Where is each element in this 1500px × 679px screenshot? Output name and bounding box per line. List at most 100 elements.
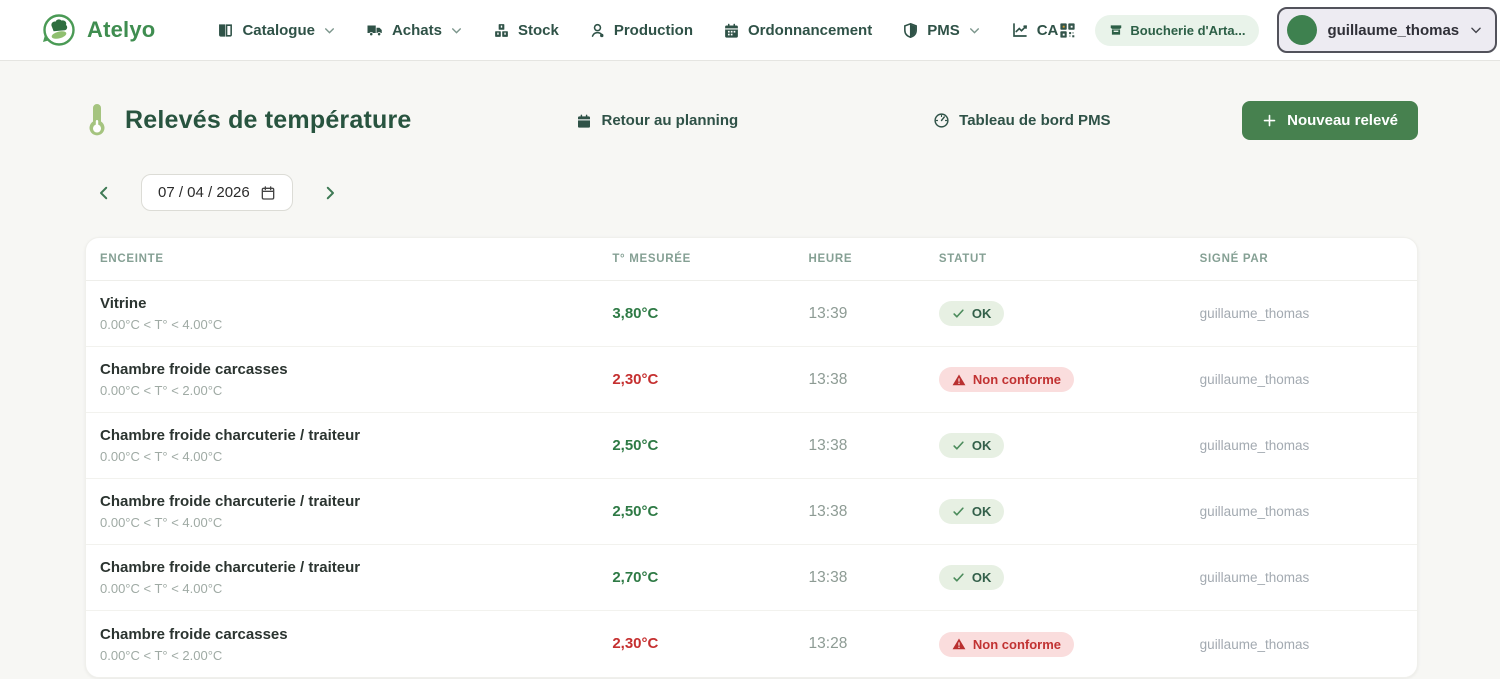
status-badge: Non conforme — [939, 632, 1074, 657]
signed-by: guillaume_thomas — [1200, 372, 1417, 387]
status-badge: OK — [939, 301, 1005, 326]
boxes-icon — [493, 22, 510, 39]
nav-item-achats[interactable]: Achats — [366, 21, 463, 39]
chart-icon — [1011, 21, 1029, 39]
measured-temperature: 2,30°C — [612, 371, 658, 388]
chevron-down-icon — [450, 24, 463, 37]
measured-temperature: 2,50°C — [612, 503, 658, 520]
previous-day-button[interactable] — [89, 178, 119, 208]
reading-time: 13:38 — [809, 371, 939, 389]
page-header: Relevés de température Retour au plannin… — [85, 101, 1418, 140]
thermometer-icon — [85, 104, 109, 138]
user-menu[interactable]: guillaume_thomas — [1277, 7, 1497, 53]
measured-temperature: 2,70°C — [612, 569, 658, 586]
user-name: guillaume_thomas — [1327, 22, 1459, 39]
reading-time: 13:38 — [809, 503, 939, 521]
check-icon — [952, 571, 965, 584]
measured-temperature: 2,50°C — [612, 437, 658, 454]
back-to-planning-link[interactable]: Retour au planning — [576, 112, 738, 129]
temperature-range: 0.00°C < T° < 2.00°C — [100, 648, 612, 663]
temperature-range: 0.00°C < T° < 4.00°C — [100, 581, 612, 596]
table-row[interactable]: Chambre froide charcuterie / traiteur 0.… — [86, 479, 1417, 545]
table-header-row: Enceinte T° mesurée Heure Statut Signé p… — [86, 238, 1417, 281]
enclosure-name: Vitrine — [100, 295, 612, 312]
table-row[interactable]: Chambre froide charcuterie / traiteur 0.… — [86, 413, 1417, 479]
signed-by: guillaume_thomas — [1200, 570, 1417, 585]
temperature-range: 0.00°C < T° < 4.00°C — [100, 515, 612, 530]
warning-icon — [952, 373, 966, 387]
nav-item-production[interactable]: Production — [589, 22, 693, 39]
calendar-icon — [576, 113, 592, 129]
store-badge[interactable]: Boucherie d'Arta... — [1095, 15, 1259, 46]
status-badge: OK — [939, 499, 1005, 524]
date-input[interactable]: 07 / 04 / 2026 — [141, 174, 293, 211]
chef-icon — [589, 22, 606, 39]
truck-icon — [366, 21, 384, 39]
chevron-down-icon — [1469, 23, 1483, 37]
check-icon — [952, 505, 965, 518]
plus-icon — [1262, 113, 1277, 128]
gauge-icon — [933, 112, 950, 129]
signed-by: guillaume_thomas — [1200, 306, 1417, 321]
table-row[interactable]: Chambre froide charcuterie / traiteur 0.… — [86, 545, 1417, 611]
column-header-status: Statut — [939, 253, 1200, 265]
next-day-button[interactable] — [315, 178, 345, 208]
signed-by: guillaume_thomas — [1200, 504, 1417, 519]
new-reading-button[interactable]: Nouveau relevé — [1242, 101, 1418, 140]
enclosure-name: Chambre froide charcuterie / traiteur — [100, 493, 612, 510]
nav-item-ordonnancement[interactable]: Ordonnancement — [723, 22, 872, 39]
table-row[interactable]: Vitrine 0.00°C < T° < 4.00°C 3,80°C 13:3… — [86, 281, 1417, 347]
enclosure-name: Chambre froide charcuterie / traiteur — [100, 427, 612, 444]
enclosure-name: Chambre froide charcuterie / traiteur — [100, 559, 612, 576]
table-row[interactable]: Chambre froide carcasses 0.00°C < T° < 2… — [86, 347, 1417, 413]
signed-by: guillaume_thomas — [1200, 637, 1417, 652]
nav-item-pms[interactable]: PMS — [902, 22, 981, 39]
measured-temperature: 3,80°C — [612, 305, 658, 322]
table-row[interactable]: Chambre froide carcasses 0.00°C < T° < 2… — [86, 611, 1417, 677]
chevron-down-icon — [968, 24, 981, 37]
status-badge: Non conforme — [939, 367, 1074, 392]
temperature-range: 0.00°C < T° < 4.00°C — [100, 449, 612, 464]
page-title: Relevés de température — [125, 106, 411, 135]
reading-time: 13:38 — [809, 437, 939, 455]
readings-table: Enceinte T° mesurée Heure Statut Signé p… — [85, 237, 1418, 678]
column-header-time: Heure — [809, 253, 939, 265]
temperature-range: 0.00°C < T° < 4.00°C — [100, 317, 612, 332]
navbar-right: Boucherie d'Arta... guillaume_thomas — [1058, 7, 1497, 53]
warning-icon — [952, 637, 966, 651]
column-header-signed-by: Signé par — [1200, 253, 1417, 265]
status-badge: OK — [939, 565, 1005, 590]
book-icon — [217, 22, 234, 39]
reading-time: 13:28 — [809, 635, 939, 653]
measured-temperature: 2,30°C — [612, 635, 658, 652]
table-body: Vitrine 0.00°C < T° < 4.00°C 3,80°C 13:3… — [86, 281, 1417, 677]
shield-icon — [902, 22, 919, 39]
nav-item-ca[interactable]: CA — [1011, 21, 1059, 39]
avatar — [1287, 15, 1317, 45]
chevron-down-icon — [323, 24, 336, 37]
calendar-icon — [260, 185, 276, 201]
status-badge: OK — [939, 433, 1005, 458]
top-navbar: Atelyo Catalogue Achats Stock Production… — [0, 0, 1500, 61]
brand-name: Atelyo — [87, 17, 155, 43]
brand-logo[interactable]: Atelyo — [40, 11, 155, 49]
signed-by: guillaume_thomas — [1200, 438, 1417, 453]
nav-item-catalogue[interactable]: Catalogue — [217, 22, 336, 39]
column-header-temperature: T° mesurée — [612, 253, 808, 265]
enclosure-name: Chambre froide carcasses — [100, 361, 612, 378]
date-navigation: 07 / 04 / 2026 — [85, 174, 1418, 211]
main-navigation: Catalogue Achats Stock Production Ordonn… — [217, 21, 1058, 39]
calendar-icon — [723, 22, 740, 39]
check-icon — [952, 439, 965, 452]
reading-time: 13:39 — [809, 305, 939, 323]
qr-grid-icon[interactable] — [1058, 21, 1077, 40]
column-header-enceinte: Enceinte — [100, 253, 612, 265]
enclosure-name: Chambre froide carcasses — [100, 626, 612, 643]
check-icon — [952, 307, 965, 320]
nav-item-stock[interactable]: Stock — [493, 22, 559, 39]
store-icon — [1109, 23, 1123, 37]
temperature-range: 0.00°C < T° < 2.00°C — [100, 383, 612, 398]
reading-time: 13:38 — [809, 569, 939, 587]
atelyo-logo-icon — [40, 11, 78, 49]
pms-dashboard-link[interactable]: Tableau de bord PMS — [933, 112, 1110, 129]
